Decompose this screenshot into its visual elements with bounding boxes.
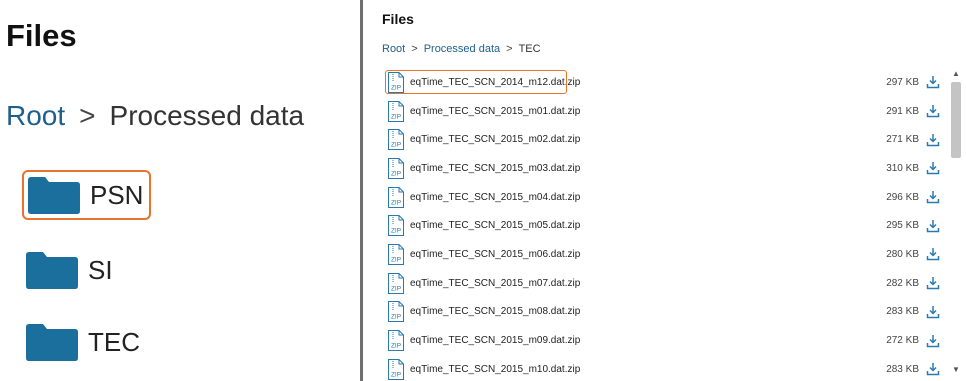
file-size: 295 KB <box>886 220 919 232</box>
highlight-box <box>385 70 567 94</box>
folder-item-si[interactable]: SI <box>26 251 113 289</box>
file-name-link[interactable]: eqTime_TEC_SCN_2015_m02.dat.zip <box>410 134 580 145</box>
zip-file-icon: ZIP <box>387 215 405 237</box>
breadcrumb-separator: > <box>411 43 418 55</box>
file-row[interactable]: ZIP eqTime_TEC_SCN_2015_m08.dat.zip 283 … <box>387 298 947 327</box>
zip-file-icon: ZIP <box>387 330 405 352</box>
breadcrumb-separator: > <box>506 43 513 55</box>
file-row[interactable]: ZIP eqTime_TEC_SCN_2015_m01.dat.zip 291 … <box>387 97 947 126</box>
file-name-link[interactable]: eqTime_TEC_SCN_2015_m04.dat.zip <box>410 192 580 203</box>
scroll-down-arrow-icon[interactable]: ▼ <box>952 366 960 374</box>
file-row[interactable]: ZIP eqTime_TEC_SCN_2015_m09.dat.zip 272 … <box>387 326 947 355</box>
download-icon[interactable] <box>926 161 940 175</box>
page-title: Files <box>382 11 414 27</box>
download-icon[interactable] <box>926 75 940 89</box>
folder-item-psn[interactable]: PSN <box>22 170 152 220</box>
file-size: 297 KB <box>886 76 919 88</box>
breadcrumb-current[interactable]: Processed data <box>110 100 305 132</box>
zip-file-icon: ZIP <box>387 272 405 294</box>
folder-icon <box>26 323 78 361</box>
file-row[interactable]: ZIP eqTime_TEC_SCN_2015_m05.dat.zip 295 … <box>387 211 947 240</box>
download-icon[interactable] <box>926 334 940 348</box>
svg-text:ZIP: ZIP <box>391 371 401 378</box>
file-size: 280 KB <box>886 248 919 260</box>
download-icon[interactable] <box>926 190 940 204</box>
zip-file-icon: ZIP <box>387 71 405 93</box>
zip-file-icon: ZIP <box>387 243 405 265</box>
svg-text:ZIP: ZIP <box>391 314 401 321</box>
svg-text:ZIP: ZIP <box>391 84 401 91</box>
file-name-link[interactable]: eqTime_TEC_SCN_2015_m01.dat.zip <box>410 106 580 117</box>
file-name-link[interactable]: eqTime_TEC_SCN_2015_m03.dat.zip <box>410 163 580 174</box>
file-size: 283 KB <box>886 306 919 318</box>
file-size: 296 KB <box>886 191 919 203</box>
folder-label: PSN <box>90 179 144 210</box>
svg-text:ZIP: ZIP <box>391 199 401 206</box>
scrollbar-thumb[interactable] <box>951 82 961 158</box>
download-icon[interactable] <box>926 276 940 290</box>
download-icon[interactable] <box>926 305 940 319</box>
file-row[interactable]: ZIP eqTime_TEC_SCN_2015_m04.dat.zip 296 … <box>387 183 947 212</box>
folder-icon <box>26 251 78 289</box>
files-panel: Files Root > Processed data > TEC ZIP eq… <box>363 0 966 381</box>
page-title: Files <box>6 18 77 53</box>
svg-text:ZIP: ZIP <box>391 256 401 263</box>
file-name-link[interactable]: eqTime_TEC_SCN_2015_m07.dat.zip <box>410 278 580 289</box>
folder-icon <box>28 176 80 214</box>
zip-file-icon: ZIP <box>387 301 405 323</box>
file-name-link[interactable]: eqTime_TEC_SCN_2015_m10.dat.zip <box>410 364 580 375</box>
breadcrumb-current: TEC <box>518 43 541 55</box>
scroll-up-arrow-icon[interactable]: ▲ <box>952 70 960 78</box>
breadcrumb: Root > Processed data > TEC <box>382 43 541 55</box>
zip-file-icon: ZIP <box>387 186 405 208</box>
svg-text:ZIP: ZIP <box>391 285 401 292</box>
file-size: 283 KB <box>886 363 919 375</box>
download-icon[interactable] <box>926 219 940 233</box>
file-name-link[interactable]: eqTime_TEC_SCN_2015_m05.dat.zip <box>410 220 580 231</box>
file-row[interactable]: ZIP eqTime_TEC_SCN_2015_m02.dat.zip 271 … <box>387 125 947 154</box>
folder-label: TEC <box>88 326 140 357</box>
download-icon[interactable] <box>926 104 940 118</box>
file-row[interactable]: ZIP eqTime_TEC_SCN_2015_m10.dat.zip 283 … <box>387 355 947 381</box>
file-name-link[interactable]: eqTime_TEC_SCN_2015_m06.dat.zip <box>410 249 580 260</box>
zip-file-icon: ZIP <box>387 100 405 122</box>
zip-file-icon: ZIP <box>387 358 405 380</box>
folder-item-tec[interactable]: TEC <box>26 323 140 361</box>
breadcrumb-root[interactable]: Root <box>6 100 65 132</box>
zoomed-files-panel: Files Root > Processed data PSN SI TEC <box>0 0 360 381</box>
svg-text:ZIP: ZIP <box>391 170 401 177</box>
svg-text:ZIP: ZIP <box>391 228 401 235</box>
breadcrumb: Root > Processed data <box>6 100 304 132</box>
file-size: 271 KB <box>886 134 919 146</box>
breadcrumb-processed-data[interactable]: Processed data <box>424 43 500 55</box>
svg-text:ZIP: ZIP <box>391 343 401 350</box>
svg-text:ZIP: ZIP <box>391 142 401 149</box>
download-icon[interactable] <box>926 247 940 261</box>
file-list: ZIP eqTime_TEC_SCN_2014_m12.dat.zip 297 … <box>385 68 947 381</box>
svg-text:ZIP: ZIP <box>391 113 401 120</box>
file-row[interactable]: ZIP eqTime_TEC_SCN_2015_m06.dat.zip 280 … <box>387 240 947 269</box>
breadcrumb-root[interactable]: Root <box>382 43 405 55</box>
file-name-link[interactable]: eqTime_TEC_SCN_2015_m09.dat.zip <box>410 335 580 346</box>
file-size: 291 KB <box>886 105 919 117</box>
file-row[interactable]: ZIP eqTime_TEC_SCN_2014_m12.dat.zip 297 … <box>385 68 947 97</box>
zip-file-icon: ZIP <box>387 157 405 179</box>
folder-label: SI <box>88 254 113 285</box>
download-icon[interactable] <box>926 362 940 376</box>
file-size: 310 KB <box>886 162 919 174</box>
zip-file-icon: ZIP <box>387 129 405 151</box>
file-size: 282 KB <box>886 277 919 289</box>
breadcrumb-separator: > <box>79 100 96 131</box>
file-row[interactable]: ZIP eqTime_TEC_SCN_2015_m03.dat.zip 310 … <box>387 154 947 183</box>
download-icon[interactable] <box>926 133 940 147</box>
file-row[interactable]: ZIP eqTime_TEC_SCN_2015_m07.dat.zip 282 … <box>387 269 947 298</box>
file-name-link[interactable]: eqTime_TEC_SCN_2015_m08.dat.zip <box>410 306 580 317</box>
scrollbar[interactable]: ▲ ▼ <box>950 70 962 374</box>
file-size: 272 KB <box>886 335 919 347</box>
